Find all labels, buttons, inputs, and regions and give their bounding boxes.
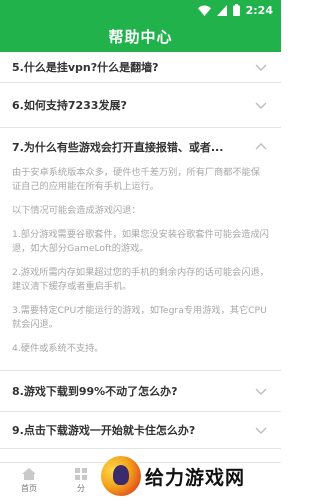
watermark: 给力游戏网 — [101, 454, 279, 498]
faq-question: 9.点击下载游戏一开始就卡住怎么办? — [12, 424, 196, 437]
chevron-down-icon — [255, 102, 267, 109]
faq-question-row[interactable]: 9.点击下载游戏一开始就卡住怎么办? — [12, 412, 269, 448]
tab-home[interactable]: 首页 — [4, 467, 54, 494]
category-icon — [56, 467, 106, 481]
faq-answer-paragraph: 以下情况可能会造成游戏闪退： — [12, 205, 141, 216]
faq-question-row[interactable]: 7.为什么有些游戏会打开直接报错、或者... — [12, 128, 269, 166]
tab-category[interactable]: 分 — [56, 467, 106, 494]
faq-question-row[interactable]: 8.游戏下载到99%不动了怎么办? — [12, 371, 269, 411]
faq-question: 7.为什么有些游戏会打开直接报错、或者... — [12, 141, 224, 154]
chevron-down-icon — [255, 64, 267, 71]
faq-answer-paragraph: 2.游戏所需内存如果超过您的手机的剩余内存的话可能会闪退，建议清下缓存或者重启手… — [12, 267, 269, 292]
faq-item-9[interactable]: 9.点击下载游戏一开始就卡住怎么办? — [0, 412, 281, 449]
battery-icon — [232, 4, 240, 16]
faq-question: 5.什么是挂vpn?什么是翻墙? — [12, 61, 159, 74]
chevron-down-icon — [255, 388, 267, 395]
page-title: 帮助中心 — [108, 27, 173, 46]
app-bar: 帮助中心 — [0, 20, 281, 52]
faq-answer-paragraph: 1.部分游戏需要谷歌套件，如果您没安装谷歌套件可能会造成闪退，如大部分GameL… — [12, 229, 269, 254]
faq-answer-paragraph: 4.硬件或系统不支持。 — [12, 343, 104, 354]
tab-home-label: 首页 — [21, 484, 37, 493]
faq-question-row[interactable]: 6.如何支持7233发展? — [12, 83, 269, 127]
faq-question: 8.游戏下载到99%不动了怎么办? — [12, 385, 178, 398]
watermark-text: 给力游戏网 — [145, 466, 246, 489]
faq-question: 6.如何支持7233发展? — [12, 99, 127, 112]
home-icon — [4, 467, 54, 481]
faq-list: 5.什么是挂vpn?什么是翻墙? 6.如何支持7233发展? 7.为什么有些游戏… — [0, 52, 281, 462]
faq-item-5[interactable]: 5.什么是挂vpn?什么是翻墙? — [0, 52, 281, 83]
chevron-up-icon — [255, 143, 267, 150]
faq-item-7[interactable]: 7.为什么有些游戏会打开直接报错、或者... 由于安卓系统版本众多，硬件也千差万… — [0, 128, 281, 371]
status-bar: 2:24 — [0, 0, 281, 20]
faq-answer-paragraph: 3.需要特定CPU才能运行的游戏，如Tegra专用游戏，其它CPU 就会闪退。 — [12, 305, 267, 330]
faq-item-6[interactable]: 6.如何支持7233发展? — [0, 83, 281, 128]
status-icons: 2:24 — [197, 3, 273, 17]
chevron-down-icon — [255, 427, 267, 434]
wifi-icon — [197, 5, 211, 16]
status-time: 2:24 — [245, 3, 273, 17]
faq-answer-paragraph: 由于安卓系统版本众多，硬件也千差万别，所有厂商都不能保证自己的应用能在所有手机上… — [12, 167, 261, 192]
watermark-logo-icon — [101, 456, 141, 496]
faq-item-8[interactable]: 8.游戏下载到99%不动了怎么办? — [0, 371, 281, 412]
faq-answer: 由于安卓系统版本众多，硬件也千差万别，所有厂商都不能保证自己的应用能在所有手机上… — [12, 166, 269, 370]
signal-icon — [216, 4, 227, 16]
tab-category-label: 分 — [77, 484, 85, 493]
faq-question-row[interactable]: 5.什么是挂vpn?什么是翻墙? — [12, 52, 269, 82]
